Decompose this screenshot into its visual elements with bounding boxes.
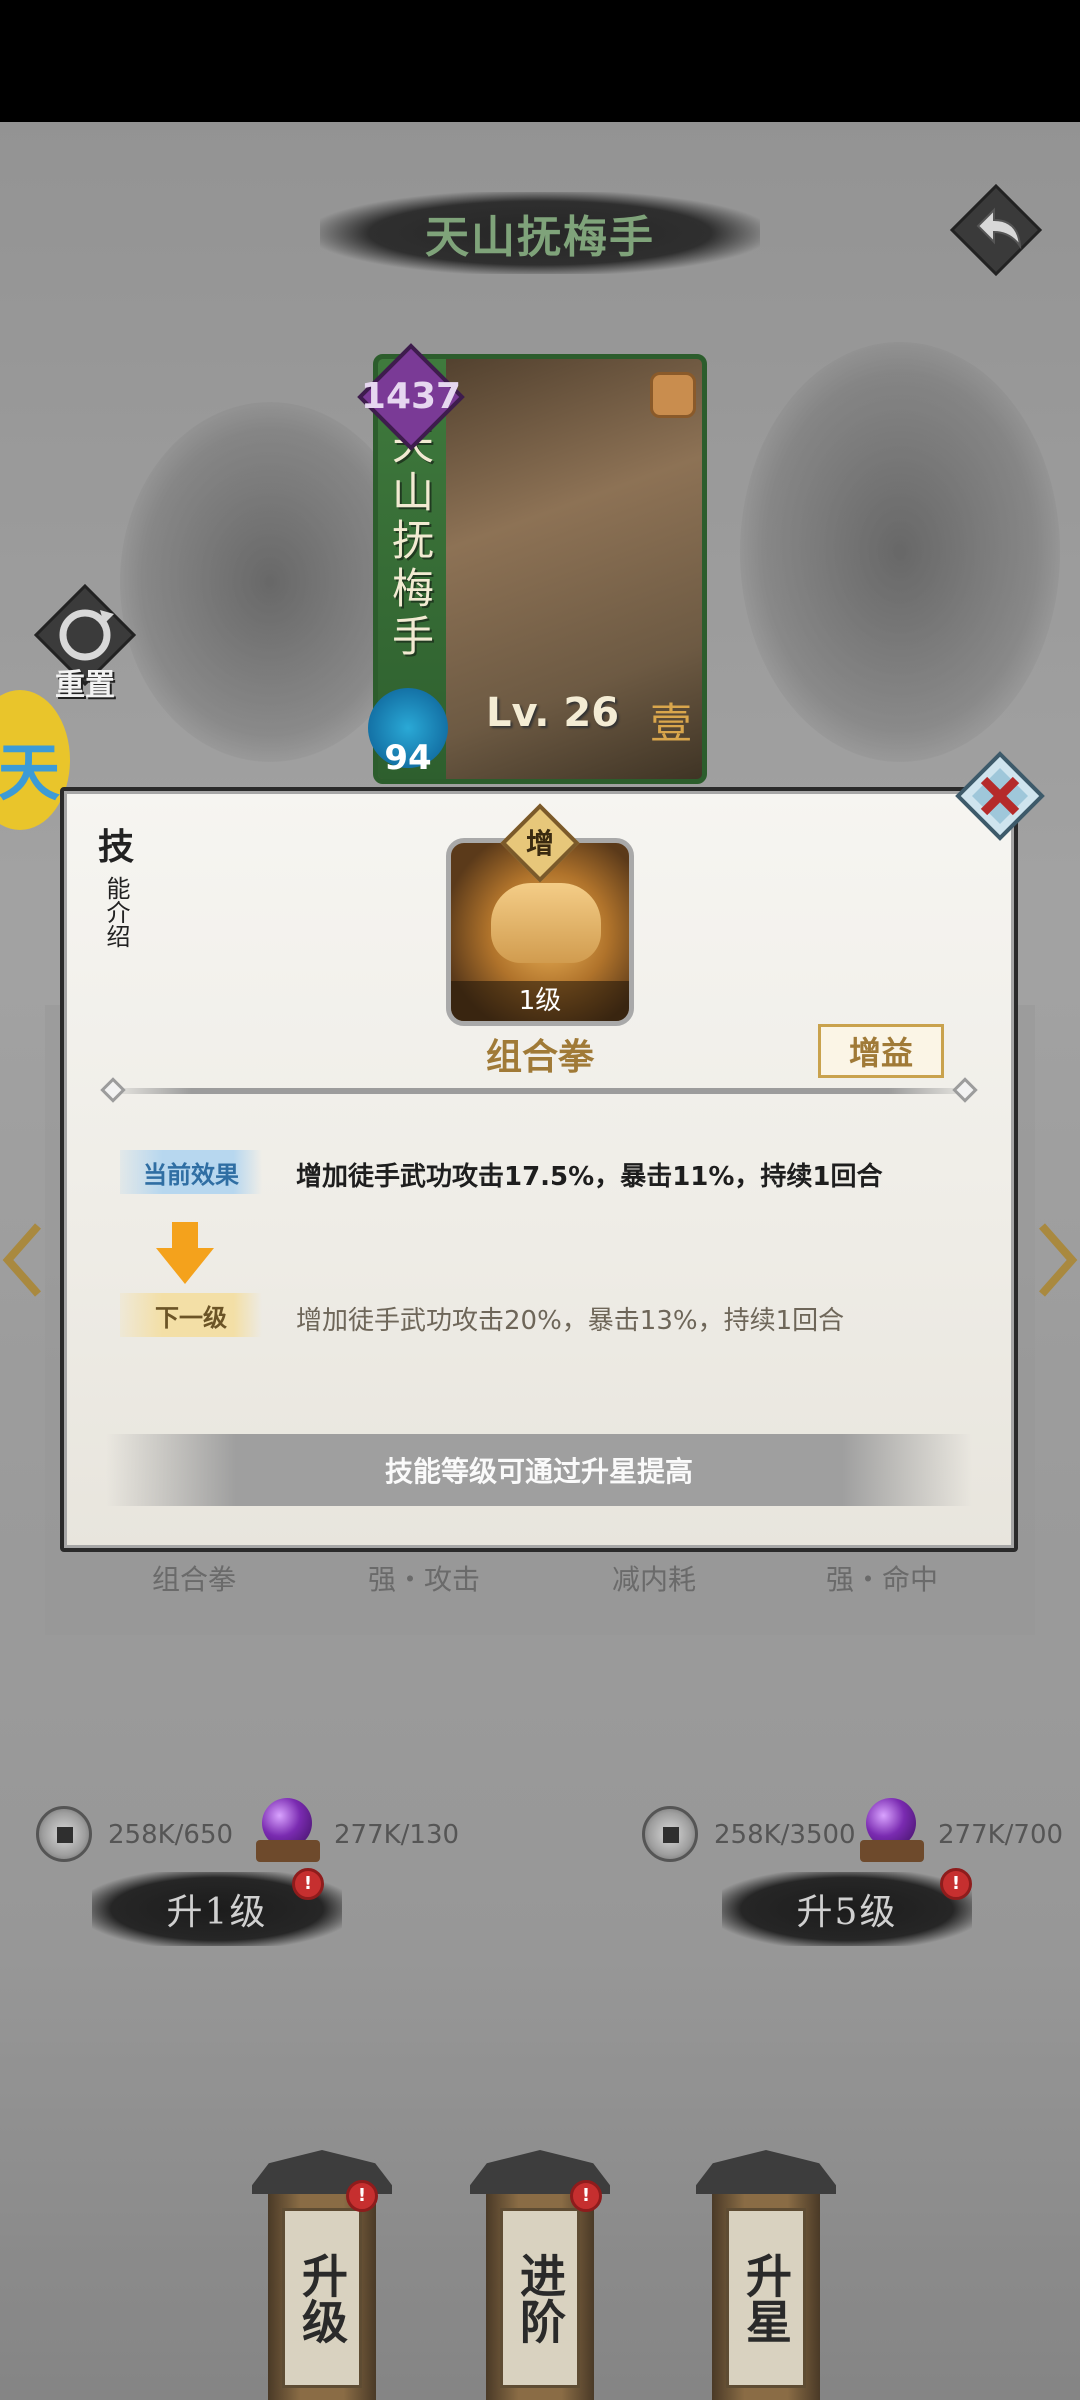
next-arrow-icon[interactable]	[1038, 1220, 1078, 1300]
alert-badge: !	[940, 1868, 972, 1900]
current-effect-label: 当前效果	[120, 1150, 262, 1194]
nav-upgrade-button[interactable]: 升级 !	[252, 2150, 392, 2400]
skill-tab-2[interactable]: 强・攻击	[368, 1558, 480, 1598]
orb-stand	[860, 1840, 924, 1862]
nav-upgrade-label: 升级	[295, 2252, 349, 2344]
skill-level: 1级	[451, 981, 629, 1021]
modal-side-title-main: 技	[97, 826, 134, 868]
nav-advance-label: 进阶	[513, 2252, 567, 2344]
card-level: Lv. 26	[486, 690, 620, 736]
upgrade-5-level-label: 升5级	[796, 1892, 898, 1933]
nav-advance-button[interactable]: 进阶 !	[470, 2150, 610, 2400]
alert-badge: !	[346, 2180, 378, 2212]
nav-star-up-button[interactable]: 升星	[696, 2150, 836, 2400]
nav-star-up-label: 升星	[739, 2252, 793, 2344]
upgrade-1-level-label: 升1级	[166, 1892, 268, 1933]
coin-cost-left: 258K/650	[108, 1820, 234, 1850]
nav-upgrade-panel: 升级	[282, 2208, 362, 2388]
nav-star-up-panel: 升星	[726, 2208, 806, 2388]
nav-advance-panel: 进阶	[500, 2208, 580, 2388]
coin-icon	[642, 1806, 698, 1862]
screen: 天山抚梅手 天山抚梅手 1437 94 Lv. 26 壹 重置 天	[0, 0, 1080, 2400]
buff-type-badge: 增益	[818, 1024, 944, 1078]
buff-type-label: 增益	[848, 1034, 913, 1072]
next-effect-label: 下一级	[120, 1293, 262, 1337]
orb-cost-right: 277K/700	[938, 1820, 1064, 1850]
modal-side-title: 技 能介绍	[96, 818, 136, 952]
back-button[interactable]	[948, 182, 1044, 278]
upgrade-5-level-button[interactable]: 升5级	[722, 1872, 972, 1946]
modal-side-title-sub: 能介绍	[102, 876, 130, 948]
alert-badge: !	[570, 2180, 602, 2212]
status-bar	[0, 0, 1080, 122]
coin-icon	[36, 1806, 92, 1862]
close-icon	[955, 751, 1045, 841]
fist-icon	[650, 372, 696, 418]
modal-divider	[104, 1088, 976, 1094]
card-rank: 壹	[650, 699, 693, 748]
orb-cost-left: 277K/130	[334, 1820, 460, 1850]
skill-name: 组合拳	[485, 1036, 594, 1078]
hint-bar: 技能等级可通过升星提高	[106, 1434, 972, 1506]
skill-tab-3[interactable]: 减内耗	[612, 1558, 696, 1598]
page-title-bar: 天山抚梅手	[320, 192, 760, 274]
reset-label: 重置	[55, 668, 115, 703]
back-arrow-icon	[949, 183, 1043, 277]
orb-stand	[256, 1840, 320, 1862]
card-power: 1437	[360, 376, 462, 417]
skill-tab-4[interactable]: 强・命中	[826, 1558, 938, 1598]
close-button[interactable]	[954, 750, 1046, 842]
skill-tab-1[interactable]: 组合拳	[152, 1558, 236, 1598]
skill-tag: 增	[525, 827, 554, 860]
card-name: 天山抚梅手	[391, 421, 434, 661]
down-arrow-icon	[156, 1222, 214, 1284]
fist-icon	[491, 883, 601, 963]
hint-text: 技能等级可通过升星提高	[384, 1455, 693, 1488]
next-effect-text: 增加徒手武功攻击20%，暴击13%，持续1回合	[296, 1306, 845, 1336]
prev-arrow-icon[interactable]	[2, 1220, 42, 1300]
current-effect-text: 增加徒手武功攻击17.5%，暴击11%，持续1回合	[296, 1162, 883, 1192]
alert-badge: !	[292, 1868, 324, 1900]
card-cost: 94	[384, 738, 432, 778]
page-title: 天山抚梅手	[425, 212, 655, 263]
side-event-glyph: 天	[0, 736, 61, 809]
coin-cost-right: 258K/3500	[714, 1820, 856, 1850]
